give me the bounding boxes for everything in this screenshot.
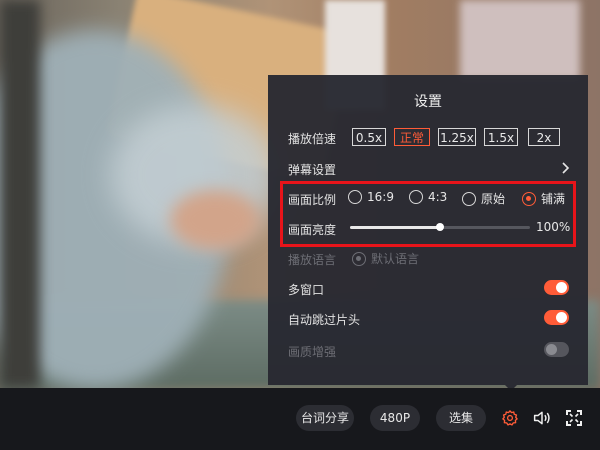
brightness-label: 画面亮度 [288,223,337,237]
aspect-option-4-3[interactable]: 4:3 [409,190,447,204]
enhance-label: 画质增强 [288,345,337,359]
aspect-option-label: 16:9 [367,190,394,204]
skip-intro-toggle[interactable] [544,310,569,325]
speed-option-1-5x[interactable]: 1.5x [484,128,518,146]
speed-label: 播放倍速 [288,132,337,146]
skip-intro-label: 自动跳过片头 [288,313,361,327]
aspect-option-label: 4:3 [428,190,448,204]
video-scene-shape [170,190,260,250]
enhance-toggle [544,342,569,357]
speed-option-0-5x[interactable]: 0.5x [352,128,386,146]
aspect-option-original[interactable]: 原始 [462,190,505,207]
multi-window-toggle[interactable] [544,280,569,295]
toggle-knob [546,344,557,355]
radio-selected-icon [352,251,366,266]
video-scene-shape [460,0,580,80]
control-bar: 台词分享 480P 选集 [0,388,600,450]
video-scene-shape [0,0,40,388]
multi-window-label: 多窗口 [288,283,325,297]
quality-button[interactable]: 480P [370,405,420,431]
audio-language-option-label: 默认语言 [371,252,420,266]
audio-language-label: 播放语言 [288,253,337,267]
aspect-option-label: 铺满 [541,192,566,206]
radio-icon [348,190,362,204]
settings-panel: 设置 播放倍速 0.5x 正常 1.25x 1.5x 2x 弹幕设置 画面比例 … [268,75,588,385]
brightness-slider[interactable] [350,223,530,231]
danmaku-settings-item[interactable]: 弹幕设置 [288,161,336,178]
brightness-slider-handle[interactable] [436,223,444,231]
episodes-button[interactable]: 选集 [436,405,486,431]
audio-language-option-default: 默认语言 [352,250,419,267]
toggle-knob [556,282,567,293]
toggle-knob [556,312,567,323]
fullscreen-icon[interactable] [562,405,586,431]
radio-icon [462,191,476,206]
settings-title: 设置 [414,94,442,110]
radio-icon [409,190,423,204]
brightness-value: 100% [536,220,571,234]
chevron-right-icon[interactable] [558,161,572,175]
aspect-option-label: 原始 [481,192,506,206]
speed-option-1-25x[interactable]: 1.25x [438,128,476,146]
brightness-slider-fill [350,226,440,229]
aspect-option-fill[interactable]: 铺满 [522,190,565,207]
speed-option-normal[interactable]: 正常 [394,128,430,146]
speed-option-2x[interactable]: 2x [528,128,560,146]
gear-icon[interactable] [498,405,522,431]
lyrics-share-button[interactable]: 台词分享 [296,405,354,431]
aspect-label: 画面比例 [288,193,337,207]
aspect-option-16-9[interactable]: 16:9 [348,190,394,204]
radio-selected-icon [522,191,536,206]
volume-icon[interactable] [530,405,554,431]
